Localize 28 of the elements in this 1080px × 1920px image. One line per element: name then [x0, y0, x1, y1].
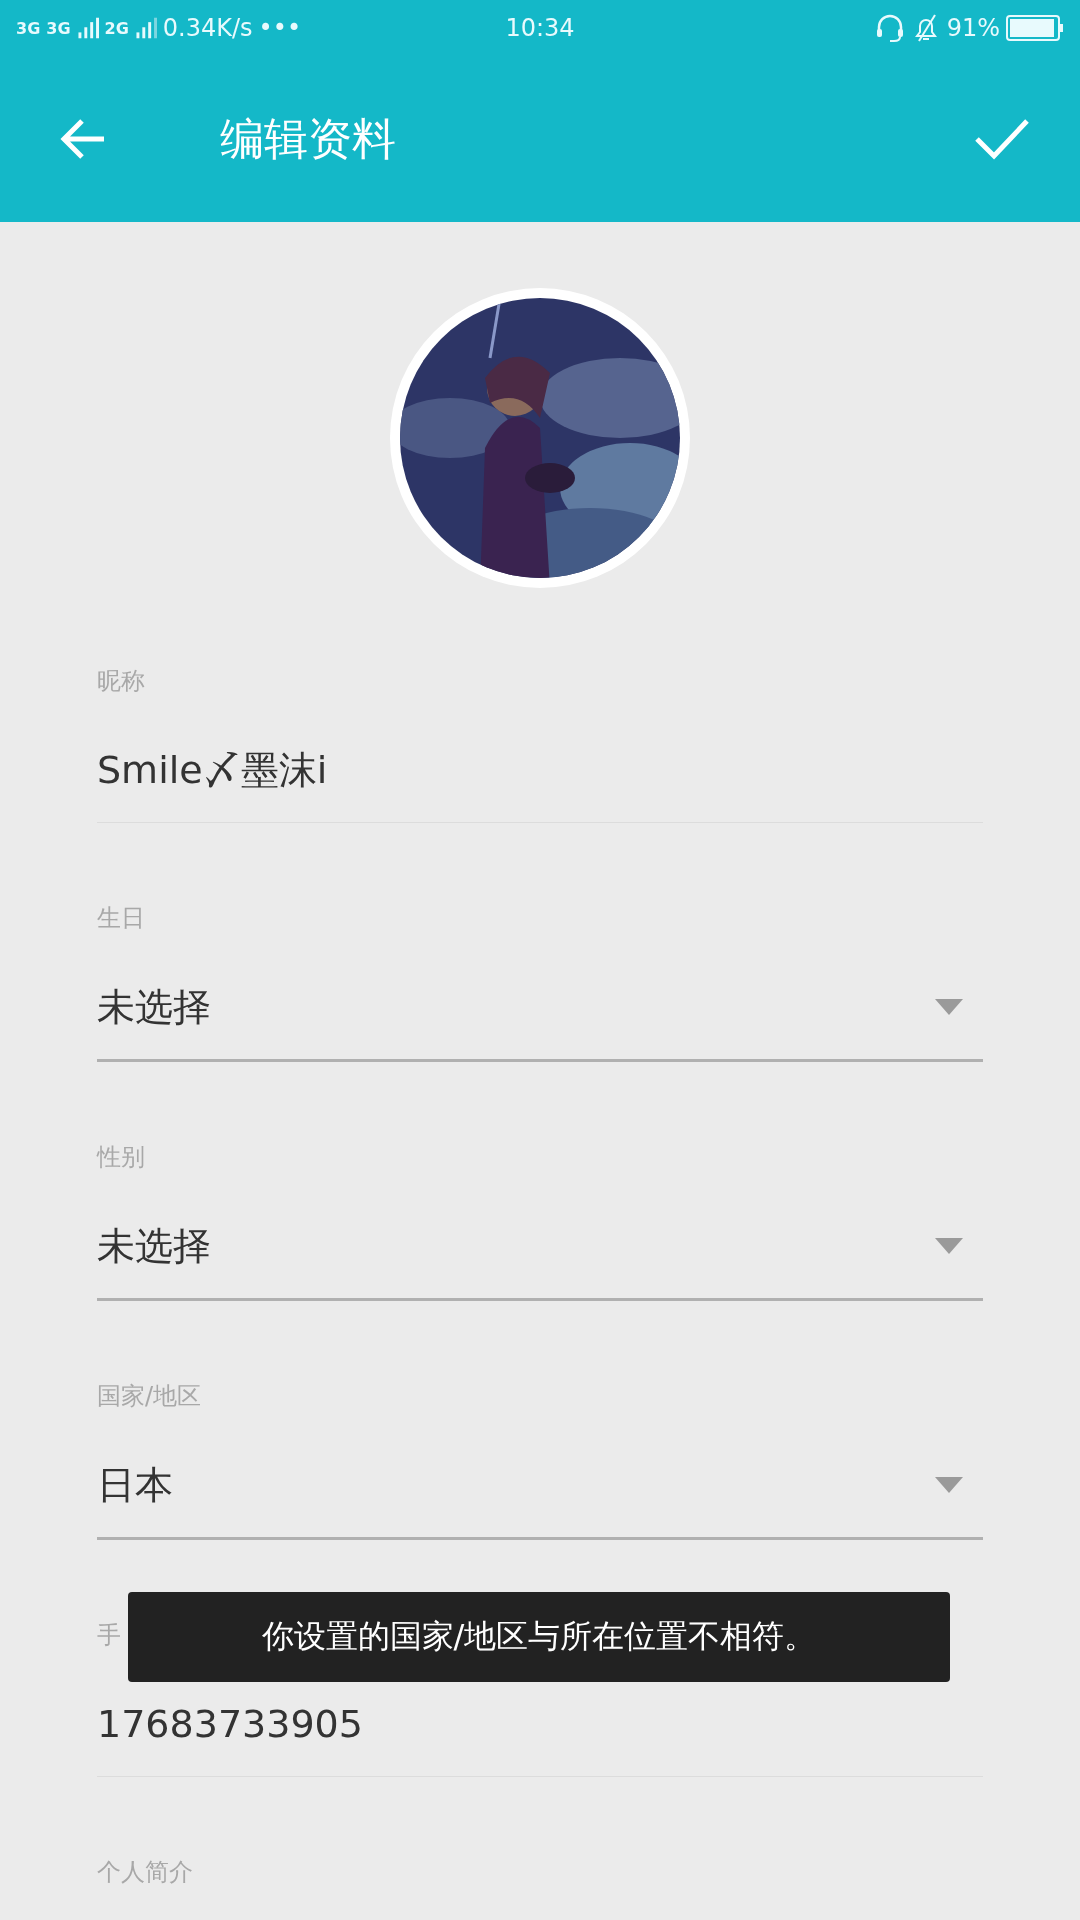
dropdown-field[interactable]: 日本: [97, 1455, 983, 1540]
network-speed: 0.34K/s: [162, 14, 253, 42]
battery-percent: 91%: [946, 14, 1000, 42]
dropdown-field[interactable]: 未选择: [97, 977, 983, 1062]
headset-icon: [874, 13, 905, 43]
signal-icon: [134, 17, 157, 39]
network-label: 2G: [104, 18, 129, 38]
field-label: 昵称: [97, 666, 145, 696]
dropdown-field[interactable]: 未选择: [97, 1216, 983, 1301]
network-label: 3G: [46, 18, 71, 38]
input-field[interactable]: Smile〆墨沫i: [97, 740, 983, 823]
caret-icon: [935, 1477, 963, 1493]
field-label: 个人简介: [97, 1857, 193, 1887]
clock: 10:34: [505, 14, 575, 42]
field-label: 性别: [97, 1142, 145, 1172]
page-title: 编辑资料: [220, 111, 397, 166]
field-label: 手: [97, 1620, 121, 1650]
field-label: 生日: [97, 903, 145, 933]
battery-icon: [1006, 15, 1064, 41]
caret-icon: [935, 999, 963, 1015]
confirm-check-icon[interactable]: [974, 117, 1030, 161]
signal-icon: [76, 17, 99, 39]
toast-message: 你设置的国家/地区与所在位置不相符。: [128, 1592, 950, 1682]
caret-icon: [935, 1238, 963, 1254]
field-label: 国家/地区: [97, 1381, 202, 1411]
input-field[interactable]: 17683733905: [97, 1694, 983, 1777]
more-indicator: •••: [258, 14, 302, 42]
network-label: 3G: [16, 18, 41, 38]
